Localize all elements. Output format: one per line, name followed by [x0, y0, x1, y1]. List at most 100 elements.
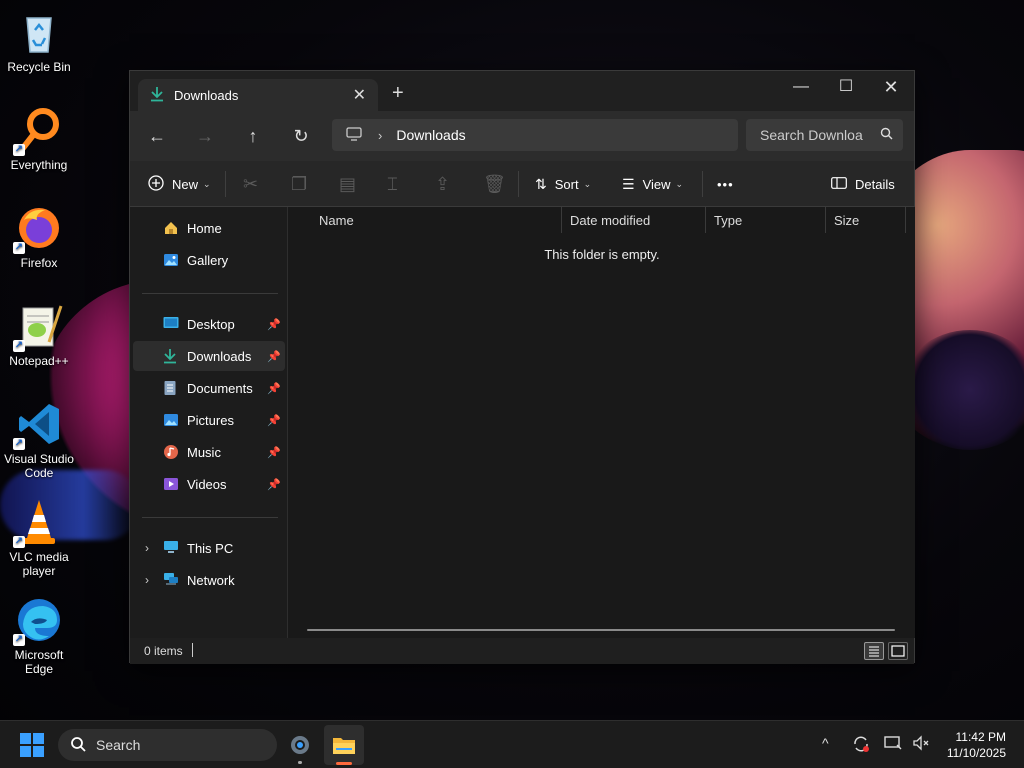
- pin-icon[interactable]: 📌: [267, 414, 281, 427]
- chevron-down-icon: ⌄: [203, 178, 211, 189]
- this-pc-icon: [163, 540, 181, 556]
- trash-icon: 🗑: [483, 173, 506, 194]
- sidebar-item-this-pc[interactable]: › This PC: [133, 533, 285, 563]
- column-header-type[interactable]: Type: [706, 207, 826, 233]
- taskbar-settings[interactable]: [280, 725, 320, 765]
- more-icon: •••: [717, 176, 734, 192]
- tab-downloads[interactable]: Downloads ✕: [138, 79, 378, 111]
- this-pc-icon: [346, 126, 362, 144]
- system-clock[interactable]: 11:42 PM 11/10/2025: [947, 729, 1006, 761]
- address-location[interactable]: Downloads: [396, 127, 465, 143]
- sidebar-item-label: Home: [187, 220, 222, 236]
- forward-button[interactable]: →: [190, 123, 220, 149]
- rename-icon: ⌶: [387, 173, 398, 194]
- large-icons-view-button[interactable]: [888, 642, 908, 660]
- vscode-icon: ↗: [13, 400, 63, 450]
- sidebar-item-music[interactable]: Music 📌: [133, 437, 285, 467]
- new-tab-button[interactable]: +: [392, 83, 404, 103]
- command-bar: New ⌄ ✂ ❐ ▤ ⌶ ⇪ 🗑 ⇅ Sort ⌄ ☰ View ⌄ ••• …: [130, 161, 914, 207]
- details-pane-icon: [831, 176, 847, 192]
- pin-icon[interactable]: 📌: [267, 382, 281, 395]
- details-view-button[interactable]: [864, 642, 884, 660]
- show-hidden-icons-button[interactable]: ^: [822, 735, 829, 751]
- up-button[interactable]: ↑: [238, 123, 268, 149]
- desktop-icon-label: Visual Studio Code: [4, 452, 74, 480]
- pin-icon[interactable]: 📌: [267, 318, 281, 331]
- refresh-button[interactable]: ↻: [286, 123, 316, 149]
- column-header-size[interactable]: Size: [826, 207, 906, 233]
- desktop-icon-firefox[interactable]: ↗ Firefox: [0, 204, 78, 270]
- sidebar-item-videos[interactable]: Videos 📌: [133, 469, 285, 499]
- desktop-icon-notepadpp[interactable]: ↗ Notepad++: [0, 302, 78, 368]
- sidebar-item-gallery[interactable]: Gallery: [133, 245, 285, 275]
- column-header-date-modified[interactable]: Date modified: [562, 207, 706, 233]
- rename-button[interactable]: ⌶: [387, 161, 398, 207]
- chevron-right-icon[interactable]: ›: [145, 541, 149, 555]
- sync-icon[interactable]: [852, 735, 870, 756]
- maximize-button[interactable]: ☐: [823, 75, 869, 99]
- minimize-button[interactable]: —: [778, 75, 824, 99]
- sort-icon: ⇅: [535, 175, 547, 192]
- sidebar-item-documents[interactable]: Documents 📌: [133, 373, 285, 403]
- taskbar-file-explorer[interactable]: [324, 725, 364, 765]
- edge-icon: ↗: [13, 596, 63, 646]
- tab-close-icon[interactable]: ✕: [353, 85, 366, 105]
- address-bar[interactable]: › Downloads: [332, 119, 738, 151]
- details-button[interactable]: Details: [831, 161, 895, 207]
- share-button[interactable]: ⇪: [435, 161, 450, 207]
- copy-button[interactable]: ❐: [291, 161, 307, 207]
- sort-button[interactable]: ⇅ Sort ⌄: [535, 161, 591, 207]
- horizontal-scrollbar[interactable]: [307, 629, 895, 631]
- tab-title: Downloads: [174, 87, 239, 103]
- view-lines-icon: ☰: [622, 175, 635, 192]
- videos-icon: [163, 476, 181, 492]
- desktop-icon-vscode[interactable]: ↗ Visual Studio Code: [0, 400, 78, 480]
- new-button[interactable]: New ⌄: [148, 161, 211, 207]
- more-options-button[interactable]: •••: [717, 161, 734, 207]
- sidebar-item-pictures[interactable]: Pictures 📌: [133, 405, 285, 435]
- shortcut-arrow-icon: ↗: [13, 340, 25, 352]
- sidebar-item-network[interactable]: › Network: [133, 565, 285, 595]
- desktop-icon-edge[interactable]: ↗ Microsoft Edge: [0, 596, 78, 676]
- file-list-view[interactable]: Name Date modified Type Size This folder…: [289, 207, 915, 638]
- pin-icon[interactable]: 📌: [267, 446, 281, 459]
- new-label: New: [172, 176, 199, 192]
- search-icon: [70, 736, 86, 755]
- chevron-right-icon[interactable]: ›: [378, 128, 382, 143]
- paste-button[interactable]: ▤: [339, 161, 356, 207]
- delete-button[interactable]: 🗑: [483, 161, 506, 207]
- file-explorer-window: Downloads ✕ + — ☐ ✕ ← → ↑ ↻ › Downloads …: [129, 70, 915, 664]
- desktop-icon-label: Firefox: [20, 256, 58, 270]
- details-label: Details: [855, 176, 895, 192]
- back-button[interactable]: ←: [142, 123, 172, 149]
- pin-icon[interactable]: 📌: [267, 350, 281, 363]
- running-indicator: [298, 761, 302, 764]
- pin-icon[interactable]: 📌: [267, 478, 281, 491]
- taskbar-search[interactable]: Search: [58, 729, 277, 761]
- desktop-icon-recycle-bin[interactable]: Recycle Bin: [0, 8, 78, 74]
- volume-muted-icon[interactable]: [912, 735, 930, 754]
- chevron-right-icon[interactable]: ›: [145, 573, 149, 587]
- column-header-name[interactable]: Name: [311, 207, 562, 233]
- sidebar-item-downloads[interactable]: Downloads 📌: [133, 341, 285, 371]
- shortcut-arrow-icon: ↗: [13, 634, 25, 646]
- sidebar-item-desktop[interactable]: Desktop 📌: [133, 309, 285, 339]
- cut-button[interactable]: ✂: [243, 161, 258, 207]
- desktop-icon-label: VLC media player: [9, 550, 69, 578]
- close-button[interactable]: ✕: [868, 75, 914, 99]
- title-bar[interactable]: Downloads ✕ + — ☐ ✕: [130, 71, 914, 111]
- sidebar-item-home[interactable]: Home: [133, 213, 285, 243]
- downloads-icon: [163, 348, 181, 364]
- network-status-icon[interactable]: [884, 735, 902, 754]
- shortcut-arrow-icon: ↗: [13, 438, 25, 450]
- desktop-icon-vlc[interactable]: ↗ VLC media player: [0, 498, 78, 578]
- clock-date: 11/10/2025: [946, 746, 1006, 760]
- scissors-icon: ✂: [243, 173, 259, 194]
- documents-icon: [163, 380, 181, 396]
- sidebar-divider: [142, 517, 278, 518]
- desktop-icon-everything[interactable]: ↗ Everything: [0, 106, 78, 172]
- start-button[interactable]: [20, 733, 44, 757]
- view-button[interactable]: ☰ View ⌄: [622, 161, 683, 207]
- search-input[interactable]: Search Downloa: [746, 119, 903, 151]
- sidebar-item-label: Gallery: [187, 252, 229, 268]
